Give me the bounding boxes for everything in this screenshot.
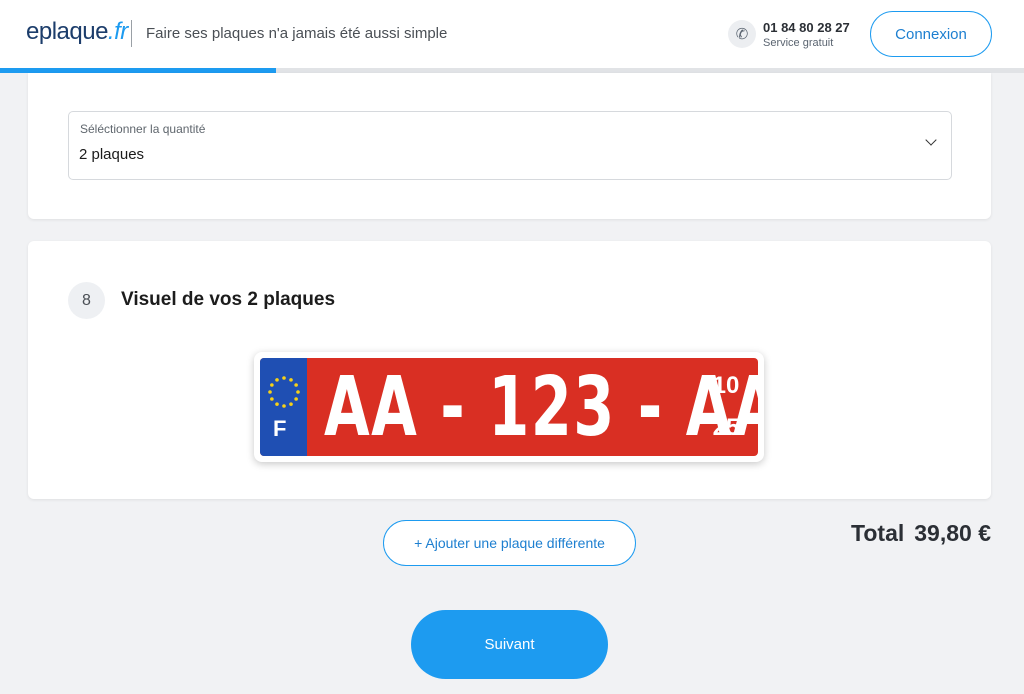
eu-stars-icon <box>268 376 300 408</box>
quantity-card: Séléctionner la quantité 2 plaques <box>28 73 991 219</box>
login-button[interactable]: Connexion <box>870 11 992 57</box>
next-button[interactable]: Suivant <box>411 610 608 679</box>
top-header: eplaque.fr Faire ses plaques n'a jamais … <box>0 0 1024 68</box>
total-amount: 39,80 € <box>914 520 991 546</box>
eu-band: F <box>260 358 307 456</box>
phone-icon: ✆ <box>728 20 756 48</box>
logo-text: eplaque <box>26 18 108 45</box>
quantity-select-label: Séléctionner la quantité <box>80 122 206 136</box>
logo[interactable]: eplaque.fr <box>26 18 128 46</box>
plate-visual-card: 8 Visuel de vos 2 plaques F AA - 123 - A… <box>28 241 991 499</box>
phone-number[interactable]: 01 84 80 28 27 <box>763 20 850 35</box>
logo-suffix: .fr <box>107 18 128 45</box>
quantity-select[interactable]: Séléctionner la quantité 2 plaques <box>68 111 952 180</box>
plate-registration: AA - 123 - AA <box>324 359 758 455</box>
header-divider <box>131 20 132 47</box>
total-label: Total <box>851 520 905 546</box>
section-title: Visuel de vos 2 plaques <box>121 289 336 310</box>
step-number-badge: 8 <box>68 282 105 319</box>
quantity-select-value: 2 plaques <box>79 146 145 163</box>
order-total: Total 39,80 € <box>851 520 991 547</box>
license-plate: F AA - 123 - AA 10 25 <box>260 358 758 456</box>
country-letter: F <box>273 416 287 441</box>
plate-dept-number: 10 <box>712 372 740 399</box>
phone-subtitle: Service gratuit <box>763 37 834 49</box>
chevron-down-icon <box>925 134 937 146</box>
add-different-plate-button[interactable]: + Ajouter une plaque différente <box>383 520 636 566</box>
tagline: Faire ses plaques n'a jamais été aussi s… <box>146 25 448 42</box>
plate-region-number: 25 <box>712 414 740 441</box>
license-plate-preview: F AA - 123 - AA 10 25 <box>254 352 764 462</box>
